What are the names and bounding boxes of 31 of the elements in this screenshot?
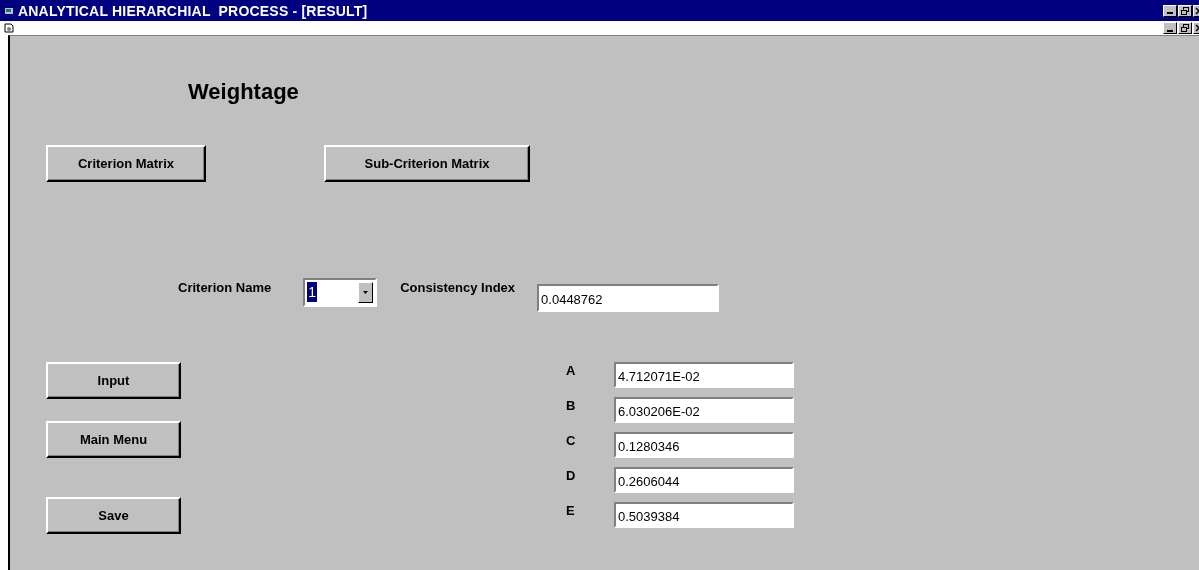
window-title: ANALYTICAL HIERARCHIAL PROCESS - [RESULT] [18,2,368,19]
weight-label: A [566,362,577,378]
restore-button[interactable] [1178,4,1192,17]
form-heading: Weightage [188,79,299,104]
weight-label: E [566,502,576,518]
restore-icon [1181,6,1189,15]
action-button[interactable]: Input [46,362,181,399]
weight-field[interactable]: 0.5039384 [614,502,794,528]
minimize-icon [1167,12,1173,14]
minimize-icon [1167,29,1173,32]
weight-field[interactable]: 4.712071E-02 [614,362,794,388]
minimize-button[interactable] [1163,22,1177,34]
restore-icon [1181,24,1189,32]
criterion-label: Criterion Name [178,279,272,295]
restore-button[interactable] [1178,22,1192,34]
app-icon [4,5,14,16]
weight-field[interactable]: 6.030206E-02 [614,397,794,423]
dropdown-arrow-icon [363,290,369,294]
weight-field[interactable]: 0.2606044 [614,467,794,493]
weight-label: D [566,467,577,483]
weight-label: C [566,432,577,448]
weight-field[interactable]: 0.1280346 [614,432,794,458]
consistency-label: Consistency Index [400,279,516,295]
sub-criterion-matrix-button[interactable]: Sub-Criterion Matrix [324,145,530,182]
criterion-matrix-button[interactable]: Criterion Matrix [46,145,206,182]
consistency-field[interactable]: 0.0448762 [537,284,720,312]
criterion-dropdown[interactable]: 1 [303,277,378,307]
action-button[interactable]: Save [46,497,181,534]
weight-label: B [566,397,577,413]
minimize-button[interactable] [1163,4,1177,17]
action-button[interactable]: Main Menu [46,421,181,458]
